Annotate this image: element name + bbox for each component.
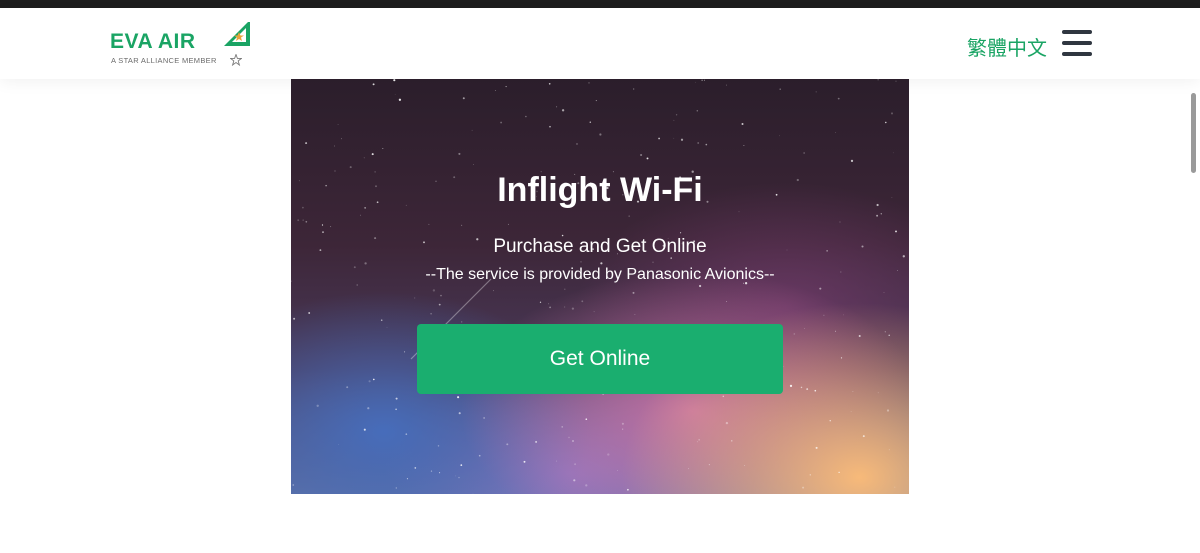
browser-top-bar	[0, 0, 1200, 8]
page-title: Inflight Wi-Fi	[497, 171, 703, 209]
logo-tail-icon	[224, 22, 250, 46]
provider-note: --The service is provided by Panasonic A…	[425, 266, 775, 283]
site-header: EVA AIR A STAR ALLIANCE MEMBER 繁體中文	[0, 8, 1200, 79]
wifi-hero-banner: Inflight Wi-Fi Purchase and Get Online -…	[291, 79, 909, 494]
eva-air-logo[interactable]: EVA AIR A STAR ALLIANCE MEMBER	[110, 20, 255, 70]
star-alliance-icon	[230, 54, 242, 66]
hero-subtitle: Purchase and Get Online	[493, 236, 707, 257]
star-alliance-tagline: A STAR ALLIANCE MEMBER	[111, 56, 217, 65]
starfield-background	[291, 79, 905, 494]
scrollbar-thumb[interactable]	[1191, 93, 1196, 173]
hamburger-menu-icon[interactable]	[1062, 30, 1092, 56]
logo-wordmark: EVA AIR	[110, 30, 196, 53]
language-switch-link[interactable]: 繁體中文	[967, 32, 1047, 61]
get-online-button[interactable]: Get Online	[417, 324, 783, 394]
get-online-button-label: Get Online	[549, 347, 651, 370]
